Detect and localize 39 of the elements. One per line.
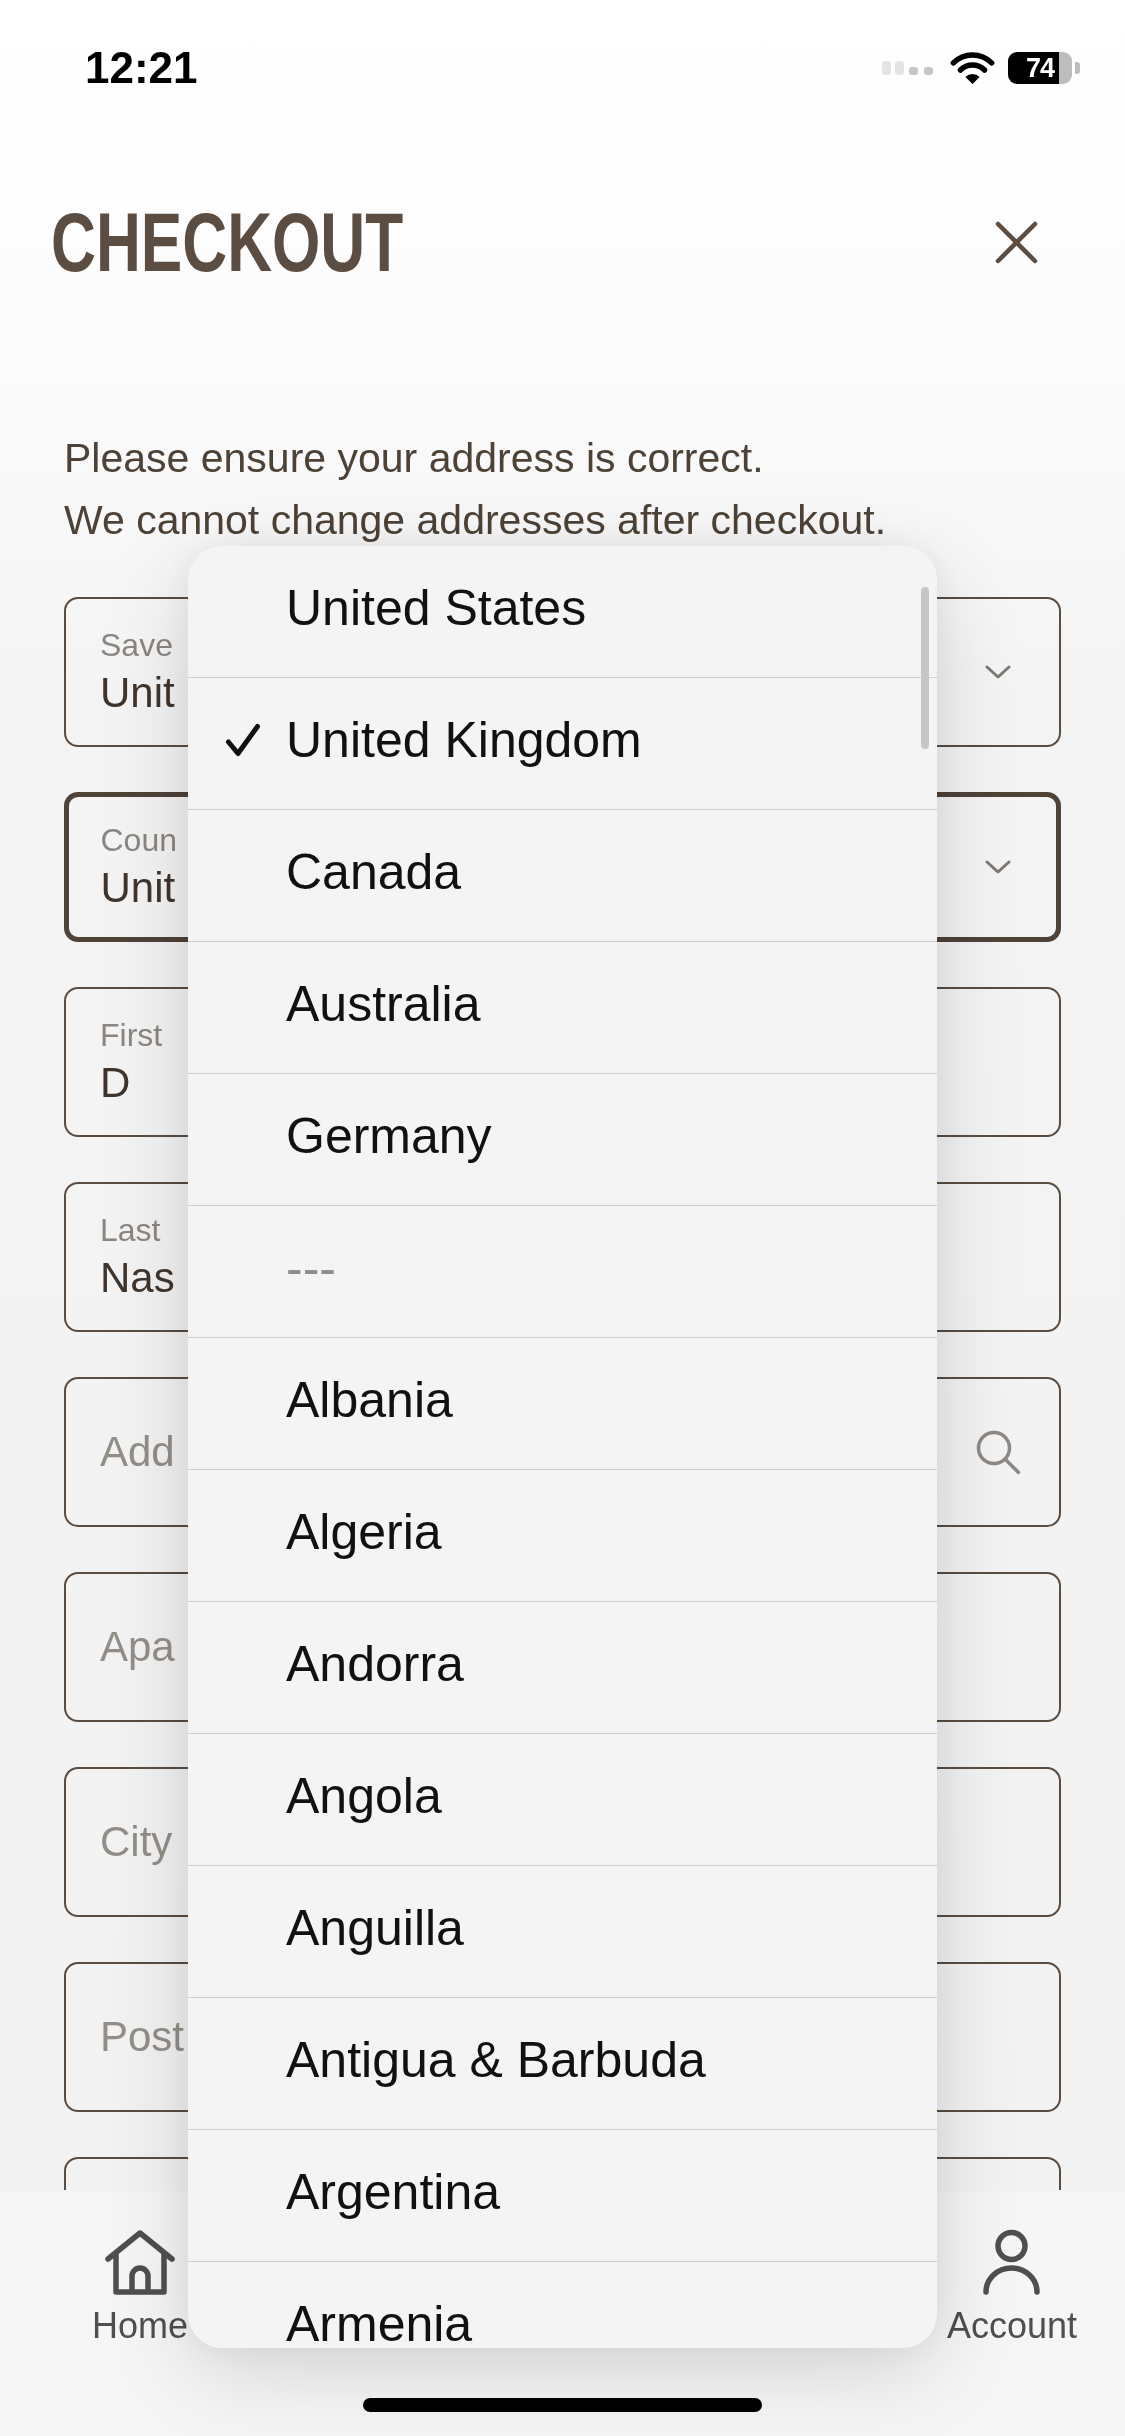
menu-item[interactable]: Andorra xyxy=(188,1602,937,1734)
field-value: Unit xyxy=(100,669,175,717)
tab-item[interactable]: Home xyxy=(92,2229,189,2348)
field-value: Unit xyxy=(100,864,176,912)
menu-item[interactable]: Anguilla xyxy=(188,1866,937,1998)
menu-item[interactable]: Albania xyxy=(188,1338,937,1470)
placeholder-text: Add xyxy=(100,1428,175,1476)
menu-item[interactable]: Australia xyxy=(188,942,937,1074)
field-value: D xyxy=(100,1059,131,1107)
menu-item[interactable]: Antigua & Barbuda xyxy=(188,1998,937,2130)
notice-text: We cannot change addresses after checkout. xyxy=(64,496,887,545)
menu-item[interactable]: Angola xyxy=(188,1734,937,1866)
chevron-down-icon xyxy=(985,665,1011,679)
placeholder-text: Apa xyxy=(100,1623,175,1671)
field-value: Nas xyxy=(100,1254,175,1302)
wifi-icon xyxy=(949,51,996,85)
signal-icon xyxy=(882,61,933,75)
field-label: Save xyxy=(100,627,173,663)
menu-item[interactable]: Argentina xyxy=(188,2130,937,2262)
menu-item[interactable]: Germany xyxy=(188,1074,937,1206)
placeholder-text: City xyxy=(100,1818,173,1866)
notice-text: Please ensure your address is correct. xyxy=(64,434,764,483)
status-time: 12:21 xyxy=(85,46,198,90)
home-icon xyxy=(104,2229,176,2296)
placeholder-text: Post xyxy=(100,2013,185,2061)
close-button[interactable] xyxy=(995,220,1038,264)
menu-item[interactable]: Algeria xyxy=(188,1470,937,1602)
tab-item[interactable]: Account xyxy=(946,2229,1077,2348)
menu-item[interactable]: Canada xyxy=(188,810,937,942)
menu-item[interactable]: Armenia xyxy=(188,2262,937,2348)
battery-indicator: 74 xyxy=(1008,52,1080,84)
field-label: First xyxy=(100,1017,163,1053)
field-label: Coun xyxy=(100,822,177,858)
close-icon xyxy=(995,220,1038,264)
chevron-down-icon xyxy=(984,860,1011,874)
person-icon xyxy=(982,2229,1042,2296)
page-title: CHECKOUT xyxy=(51,200,404,284)
field-label: Last xyxy=(100,1212,161,1248)
search-icon xyxy=(975,1429,1021,1475)
